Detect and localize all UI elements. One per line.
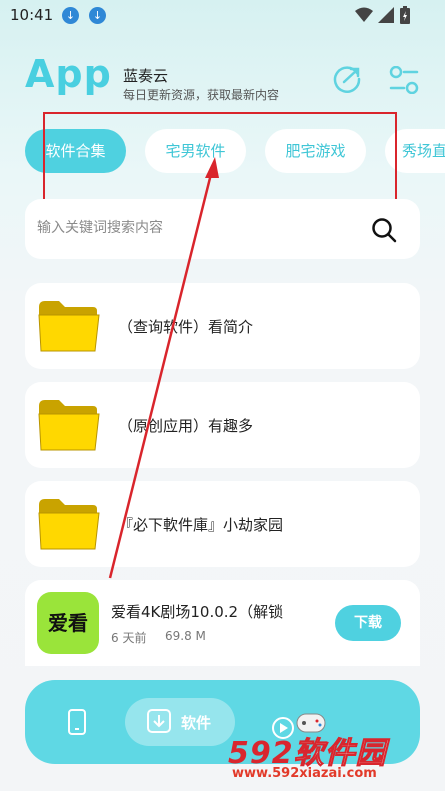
watermark: 592软件园 www.592xiazai.com: [228, 728, 443, 788]
annotation-arrow: [108, 157, 219, 579]
nav-software-button[interactable]: 软件: [125, 698, 235, 746]
phone-icon[interactable]: [67, 708, 87, 736]
download-box-icon: [147, 709, 171, 733]
watermark-url: www.592xiazai.com: [232, 766, 377, 781]
nav-software-label: 软件: [181, 714, 212, 732]
